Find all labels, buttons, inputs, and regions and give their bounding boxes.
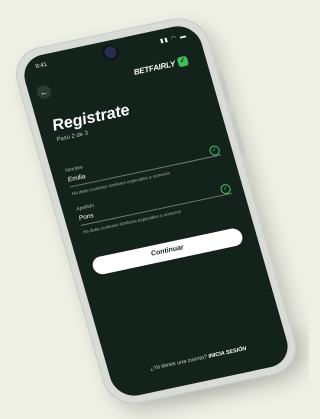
phone-frame: 9:41 ▮▮ ◠ ▬ ← BETFAIRLY ✓ Registrate Pas… [8, 12, 304, 410]
back-button[interactable]: ← [35, 83, 53, 101]
power-button [229, 111, 246, 156]
status-icons: ▮▮ ◠ ▬ [159, 33, 188, 45]
page-title: Registrate [50, 101, 132, 135]
logo-check-icon: ✓ [176, 55, 190, 68]
product-scene: 9:41 ▮▮ ◠ ▬ ← BETFAIRLY ✓ Registrate Pas… [0, 0, 309, 419]
login-prompt-text: ¿Ya tienes una cuenta? [149, 354, 208, 373]
volume-button [217, 69, 231, 104]
continue-button[interactable]: Continuar [90, 226, 245, 276]
login-prompt: ¿Ya tienes una cuenta? INICIA SESIÓN [109, 337, 287, 380]
brand-logo: BETFAIRLY ✓ [132, 55, 190, 77]
login-link[interactable]: INICIA SESIÓN [208, 346, 248, 360]
back-arrow-icon: ← [38, 86, 50, 98]
logo-wordmark: BETFAIRLY [132, 58, 177, 77]
phone-screen: 9:41 ▮▮ ◠ ▬ ← BETFAIRLY ✓ Registrate Pas… [18, 22, 294, 400]
status-time: 9:41 [34, 61, 49, 71]
phone-wrap: 9:41 ▮▮ ◠ ▬ ← BETFAIRLY ✓ Registrate Pas… [8, 12, 304, 410]
